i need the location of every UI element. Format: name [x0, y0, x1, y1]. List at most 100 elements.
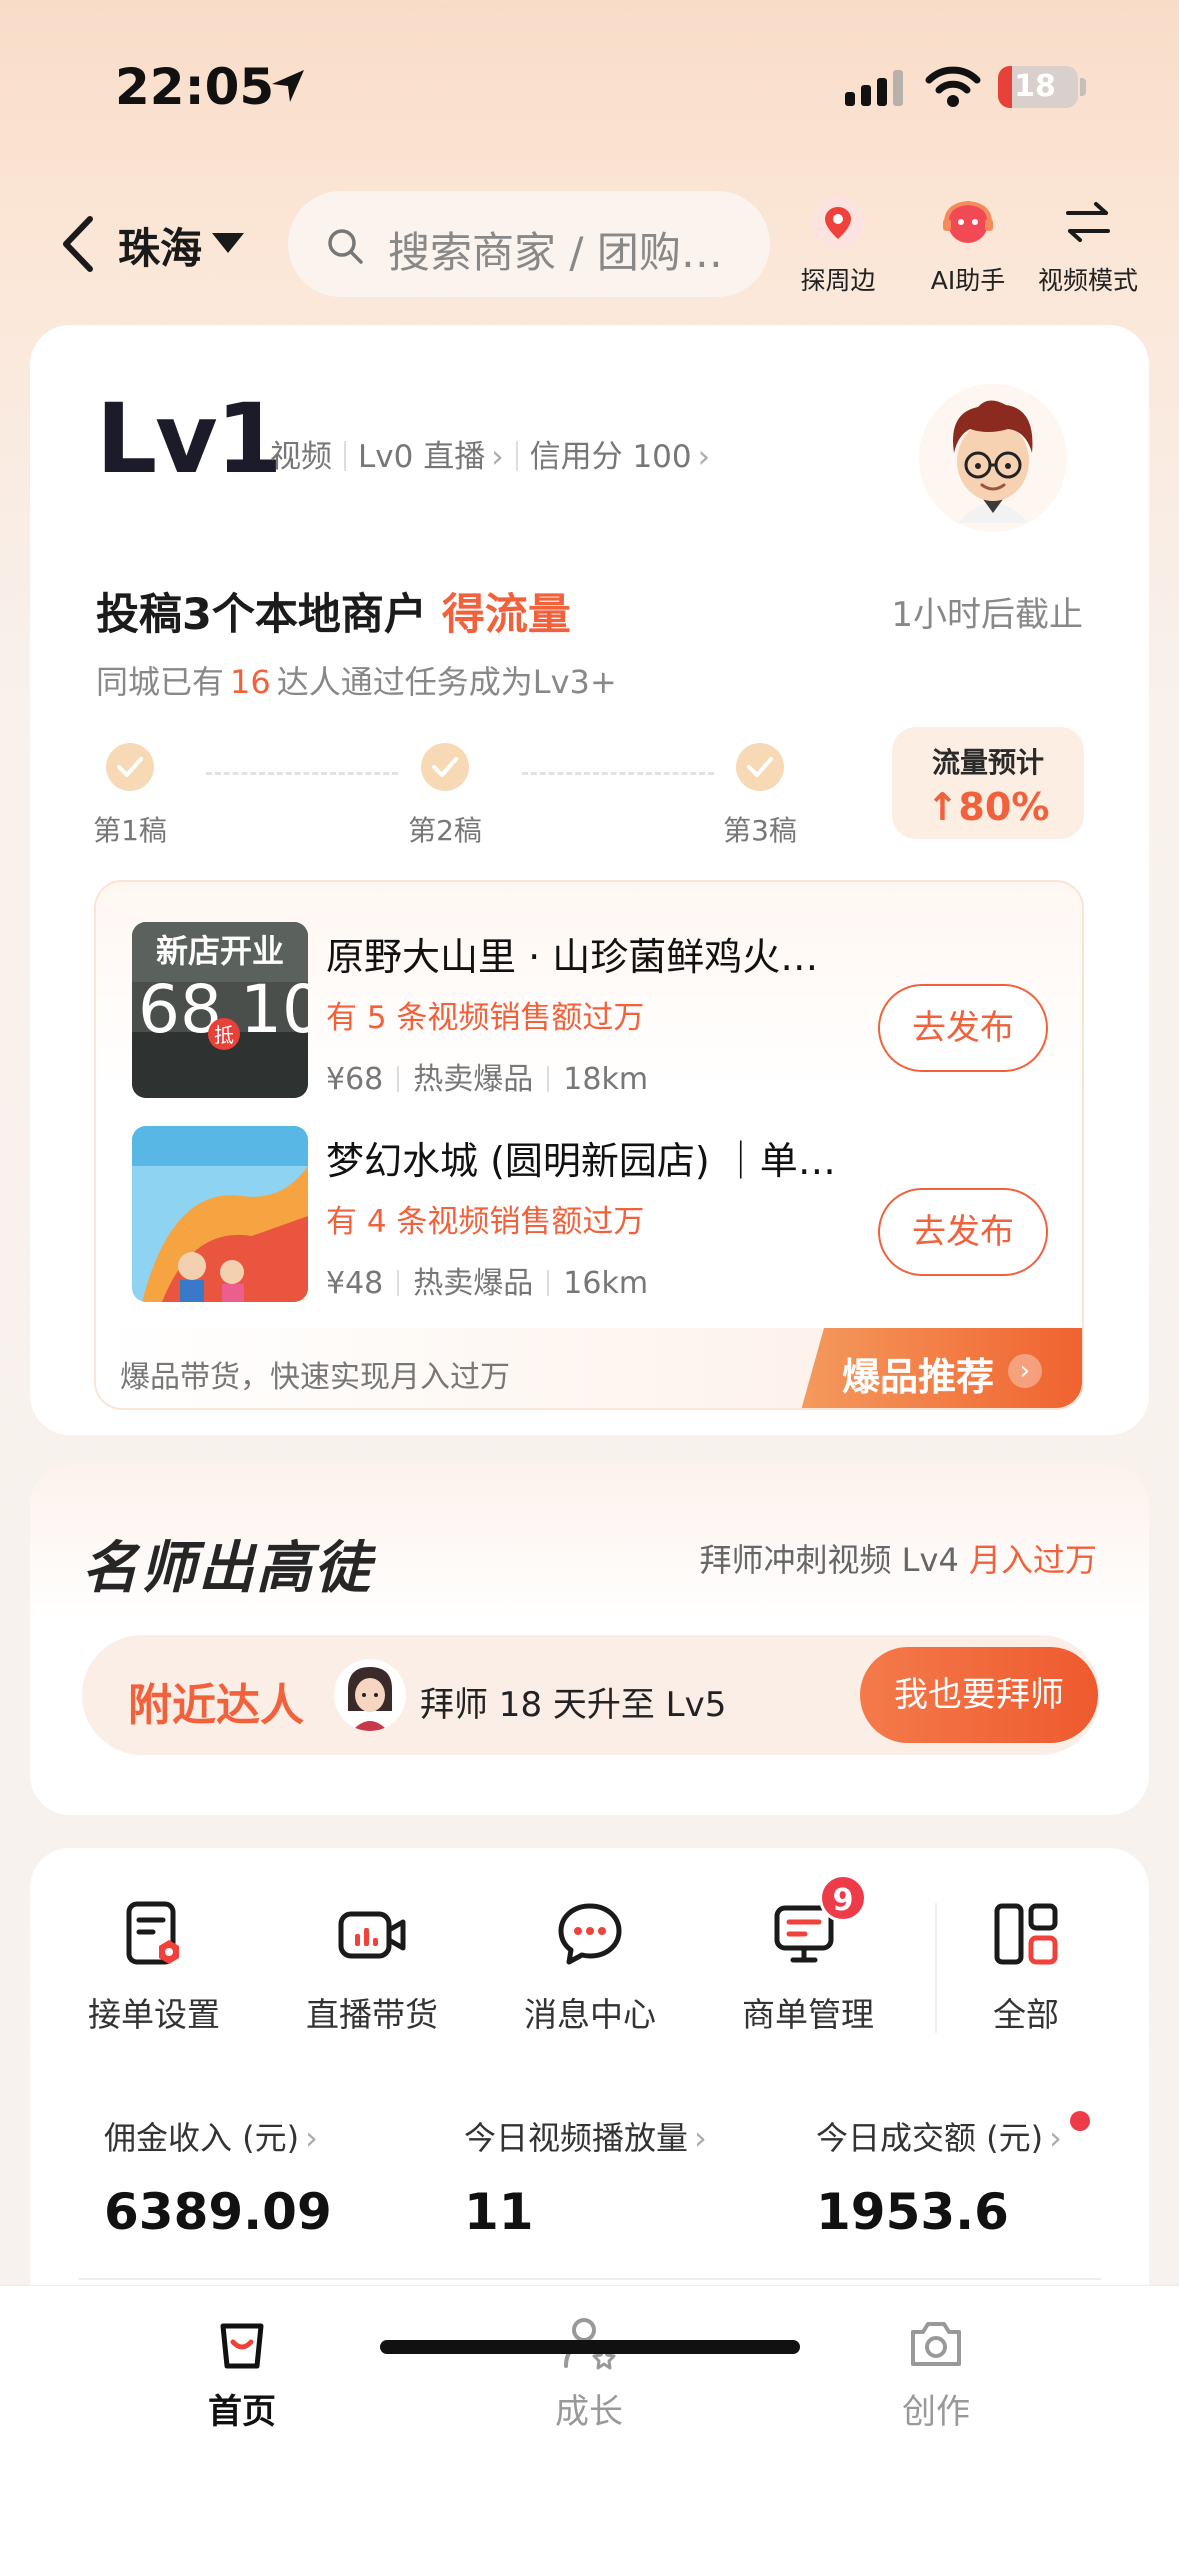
hot-recommend-button[interactable]: 爆品推荐 › — [800, 1328, 1082, 1408]
camera-icon — [911, 2322, 961, 2366]
shop-item[interactable]: 梦幻水城 (圆明新园店) ｜单人门票 有 4 条视频销售额过万 ¥48 热卖爆品 1… — [96, 1108, 1082, 1302]
stat-video-plays[interactable]: 今日视频播放量 › 11 — [464, 2113, 707, 2241]
tool-label: 全部 — [993, 1995, 1059, 2034]
shop-list: 新店开业 68 抵 100 原野大山里 · 山珍菌鲜鸡火锅（珠海店） 有 5 条… — [94, 880, 1084, 1410]
shop-item[interactable]: 新店开业 68 抵 100 原野大山里 · 山珍菌鲜鸡火锅（珠海店） 有 5 条… — [96, 904, 1082, 1098]
nearby-label: 附近达人 — [128, 1680, 304, 1731]
tool-live-selling[interactable]: 直播带货 — [272, 1898, 472, 2036]
traffic-forecast: 流量预计 ↑80% — [892, 727, 1084, 839]
shop-name[interactable]: 原野大山里 · 山珍菌鲜鸡火锅（珠海店） — [326, 926, 846, 981]
business-order-icon-wrap: 9 — [771, 1874, 867, 1972]
step-label: 第2稿 — [408, 814, 482, 847]
tab-growth[interactable]: 成长 — [479, 2312, 699, 2433]
battery-level: 18 — [1014, 69, 1056, 104]
meta-divider — [547, 1270, 550, 1296]
level-title: Lv1 — [96, 383, 283, 495]
shop-tag: 热卖爆品 — [413, 1266, 534, 1301]
shops-footer-text: 爆品带货，快速实现月入过万 — [120, 1360, 510, 1395]
caret-down-icon[interactable] — [212, 233, 244, 253]
shop-name[interactable]: 梦幻水城 (圆明新园店) ｜单人门票 — [326, 1130, 846, 1185]
explore-nearby-label: 探周边 — [800, 266, 876, 295]
tab-home[interactable]: 首页 — [132, 2312, 352, 2433]
shop-thumbnail: 新店开业 68 抵 100 — [132, 922, 308, 1098]
hot-recommend-label: 爆品推荐 — [842, 1355, 995, 1399]
grid-all-icon — [994, 1903, 1058, 1965]
tool-message-center[interactable]: 消息中心 — [490, 1898, 690, 2036]
step-label: 第1稿 — [93, 814, 167, 847]
order-settings-icon — [126, 1901, 179, 1965]
ai-assistant-icon — [943, 200, 993, 243]
stat-label: 今日视频播放量 › — [464, 2113, 707, 2159]
mentor-title: 名师出高徒 — [82, 1536, 372, 1601]
search-bar[interactable]: 搜索商家 / 团购商品 — [288, 191, 770, 297]
publish-button[interactable]: 去发布 — [878, 984, 1048, 1072]
task-sub-count: 16 — [230, 663, 271, 701]
step-connector — [206, 772, 398, 775]
shop-distance: 18km — [563, 1062, 649, 1097]
stat-label-text: 今日成交额 (元) — [816, 2119, 1044, 2157]
mentor-sub-prefix: 拜师冲刺视频 Lv4 — [699, 1541, 959, 1579]
message-icon — [558, 1903, 622, 1965]
ai-assistant-button[interactable]: AI助手 — [908, 195, 1028, 305]
header: 珠海 搜索商家 / 团购商品 探周边 AI助手 视频模式 — [0, 185, 1179, 315]
chevron-right-icon: › — [305, 2119, 318, 2157]
chevron-right-icon: › — [1008, 1354, 1042, 1388]
shop-price: ¥48 — [326, 1266, 384, 1301]
tab-create[interactable]: 创作 — [826, 2312, 1046, 2433]
ai-assistant-label: AI助手 — [930, 266, 1006, 295]
status-time: 22:05 — [115, 58, 275, 116]
step-label: 第3稿 — [723, 814, 797, 847]
step-2: 第2稿 — [395, 743, 495, 849]
explore-nearby-button[interactable]: 探周边 — [778, 195, 898, 305]
stat-label-text: 佣金收入 (元) — [104, 2119, 300, 2157]
notification-badge: 9 — [819, 1874, 867, 1922]
shop-sales: 有 5 条视频销售额过万 — [326, 1000, 645, 1036]
stat-value: 1953.6 — [816, 2183, 1009, 2241]
task-title: 投稿3个本地商户 得流量 — [96, 580, 571, 642]
status-bar: 22:05 18 — [0, 0, 1179, 170]
mentor-avatar — [334, 1659, 406, 1731]
step-1: 第1稿 — [80, 743, 180, 849]
wifi-icon — [925, 66, 981, 107]
back-chevron-icon[interactable] — [58, 213, 98, 275]
task-title-text: 投稿3个本地商户 — [96, 590, 427, 640]
check-icon — [736, 743, 784, 791]
shop-price: ¥68 — [326, 1062, 384, 1097]
meta-live-level[interactable]: Lv0 直播 — [358, 439, 485, 475]
publish-button[interactable]: 去发布 — [878, 1188, 1048, 1276]
tool-all[interactable]: 全部 — [926, 1898, 1126, 2036]
switch-icon — [1066, 202, 1110, 242]
stat-label: 今日成交额 (元) › — [816, 2113, 1062, 2159]
mentor-subtitle: 拜师冲刺视频 Lv4 月入过万 — [700, 1535, 1098, 1581]
home-bag-icon — [220, 2323, 264, 2369]
stat-value: 6389.09 — [104, 2183, 332, 2241]
meta-divider — [344, 441, 346, 471]
waterpark-thumbnail-art — [132, 1126, 308, 1302]
tool-label: 直播带货 — [306, 1995, 438, 2034]
traffic-forecast-value: ↑80% — [926, 785, 1050, 829]
video-mode-label: 视频模式 — [1037, 266, 1138, 295]
stat-commission[interactable]: 佣金收入 (元) › 6389.09 — [104, 2113, 332, 2241]
divider — [78, 2278, 1101, 2280]
task-sub-prefix: 同城已有 — [96, 663, 225, 701]
thumb-text-offset: 抵 — [214, 1023, 234, 1047]
chevron-right-icon: › — [491, 439, 504, 475]
task-deadline: 1小时后截止 — [891, 595, 1083, 635]
meta-divider — [547, 1066, 550, 1092]
battery-tip — [1080, 78, 1086, 96]
apprentice-button[interactable]: 我也要拜师 — [860, 1647, 1098, 1743]
video-mode-button[interactable]: 视频模式 — [1028, 195, 1148, 305]
search-placeholder[interactable]: 搜索商家 / 团购商品 — [388, 219, 748, 280]
stat-gmv[interactable]: 今日成交额 (元) › 1953.6 — [816, 2113, 1062, 2241]
meta-credit-score[interactable]: 信用分 100 — [530, 439, 692, 475]
tool-label: 商单管理 — [742, 1995, 874, 2034]
cellular-signal-icon — [845, 70, 903, 106]
city-selector[interactable]: 珠海 — [118, 215, 202, 276]
avatar[interactable] — [918, 383, 1068, 533]
tool-business-orders[interactable]: 9 商单管理 — [708, 1874, 908, 2036]
live-selling-icon — [338, 1911, 406, 1959]
thumb-text-value: 100 — [240, 971, 308, 1048]
location-arrow-icon — [272, 70, 304, 102]
tool-order-settings[interactable]: 接单设置 — [54, 1898, 254, 2036]
tab-label: 成长 — [555, 2392, 623, 2432]
